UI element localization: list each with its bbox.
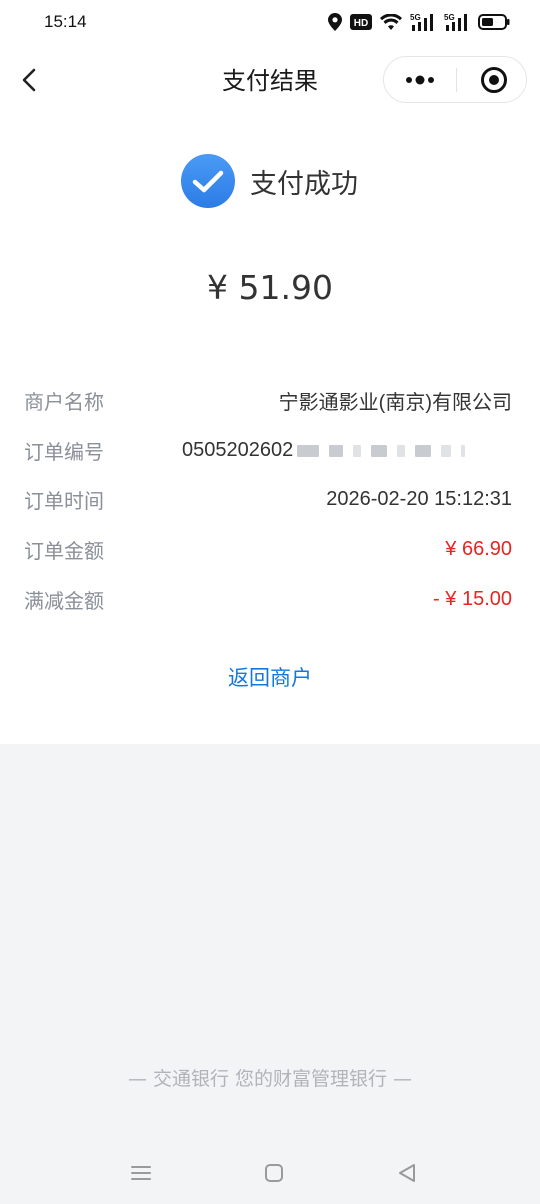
status-bar: 15:14 HD 5G 5G xyxy=(0,0,540,48)
detail-row-merchant: 商户名称 宁影通影业(南京)有限公司 xyxy=(24,376,512,426)
merchant-name: 宁影通影业(南京)有限公司 xyxy=(278,392,512,415)
more-button[interactable] xyxy=(384,57,456,102)
mini-program-capsule xyxy=(383,56,527,103)
check-circle-icon xyxy=(181,154,235,208)
bank-slogan: — 交通银行 您的财富管理银行 — xyxy=(127,1068,413,1090)
status-icons: HD 5G 5G xyxy=(328,13,510,31)
detail-row-discount: 满减金额 - ¥ 15.00 xyxy=(24,574,512,624)
more-dots-icon xyxy=(406,75,434,85)
wifi-icon xyxy=(380,13,402,30)
redacted-mask xyxy=(297,444,466,457)
detail-row-order-time: 订单时间 2026-02-20 15:12:31 xyxy=(24,475,512,525)
order-number-visible: 0505202602 xyxy=(182,438,294,461)
back-triangle-icon xyxy=(399,1164,415,1182)
content-panel xyxy=(0,0,540,744)
signal-5g-icon: 5G xyxy=(410,13,433,31)
order-amount: ¥ 66.90 xyxy=(445,538,512,561)
location-icon xyxy=(328,13,342,31)
detail-row-order-amount: 订单金额 ¥ 66.90 xyxy=(24,525,512,575)
back-system-button[interactable] xyxy=(392,1158,422,1188)
detail-label: 商户名称 xyxy=(24,390,104,415)
hd-icon: HD xyxy=(350,14,372,30)
payment-status: 支付成功 xyxy=(180,153,358,209)
back-button[interactable] xyxy=(14,62,46,98)
detail-row-order-number: 订单编号 0505202602 xyxy=(24,426,512,476)
return-to-merchant-link[interactable]: 返回商户 xyxy=(0,662,540,692)
home-button[interactable] xyxy=(259,1158,289,1188)
system-navigation-bar xyxy=(0,1152,540,1192)
detail-label: 订单金额 xyxy=(24,539,104,564)
close-button[interactable] xyxy=(457,57,527,102)
svg-text:HD: HD xyxy=(354,18,368,29)
svg-text:5G: 5G xyxy=(410,13,421,22)
menu-button[interactable] xyxy=(126,1158,156,1188)
battery-icon xyxy=(478,14,510,30)
payment-status-text: 支付成功 xyxy=(250,168,358,200)
detail-label: 订单时间 xyxy=(24,489,104,514)
order-details: 商户名称 宁影通影业(南京)有限公司 订单编号 0505202602 订单时间 … xyxy=(24,376,512,624)
detail-label: 满减金额 xyxy=(24,588,104,613)
order-time: 2026-02-20 15:12:31 xyxy=(326,488,512,511)
chevron-left-icon xyxy=(22,68,36,92)
detail-label: 订单编号 xyxy=(24,439,104,464)
signal-5g-icon: 5G xyxy=(444,13,467,31)
order-number: 0505202602 xyxy=(182,439,512,462)
target-circle-icon xyxy=(481,67,507,93)
status-time: 15:14 xyxy=(44,12,87,31)
home-square-icon xyxy=(265,1164,283,1182)
discount-amount: - ¥ 15.00 xyxy=(433,587,512,610)
paid-amount: ¥ 51.90 xyxy=(207,268,333,307)
svg-text:5G: 5G xyxy=(444,13,455,22)
menu-icon xyxy=(131,1166,151,1180)
